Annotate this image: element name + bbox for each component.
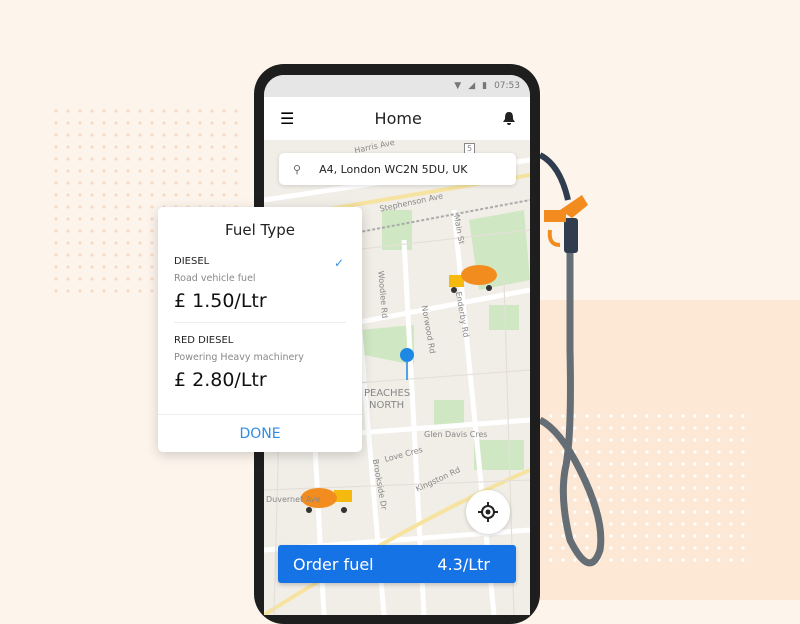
fuel-option-diesel[interactable]: DIESEL ✓ Road vehicle fuel £ 1.50/Ltr	[158, 256, 362, 312]
bell-icon[interactable]	[502, 111, 516, 126]
crosshair-icon	[478, 502, 498, 522]
search-input[interactable]: ⚲ A4, London WC2N 5DU, UK	[279, 153, 516, 185]
my-location-button[interactable]	[466, 490, 510, 534]
fuel-pump-nozzle-icon	[538, 152, 605, 567]
fuel-option-red-diesel[interactable]: RED DIESEL Powering Heavy machinery £ 2.…	[158, 335, 362, 391]
menu-icon[interactable]: ☰	[280, 109, 294, 128]
signal-icon: ◢	[468, 81, 476, 91]
order-price: 4.3/Ltr	[437, 554, 490, 574]
fuel-type-dialog: Fuel Type DIESEL ✓ Road vehicle fuel £ 1…	[158, 207, 362, 452]
divider	[174, 322, 346, 323]
wifi-icon: ▼	[454, 81, 462, 91]
check-icon: ✓	[333, 256, 344, 270]
app-header: ☰ Home	[264, 97, 530, 140]
done-button[interactable]: DONE	[158, 414, 362, 452]
status-bar: ▼ ◢ ▮ 07:53	[264, 75, 530, 97]
status-time: 07:53	[494, 81, 520, 91]
page-title: Home	[374, 109, 422, 128]
order-fuel-button[interactable]: Order fuel 4.3/Ltr	[278, 545, 516, 583]
search-value: A4, London WC2N 5DU, UK	[319, 162, 468, 176]
dialog-title: Fuel Type	[225, 221, 295, 239]
search-icon: ⚲	[293, 162, 302, 176]
battery-icon: ▮	[482, 81, 488, 91]
